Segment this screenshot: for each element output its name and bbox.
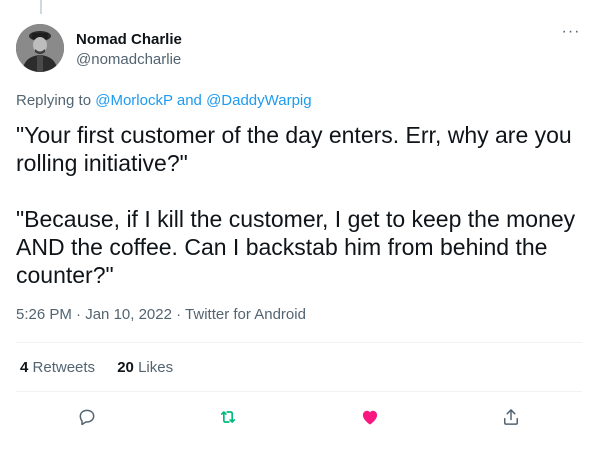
likes-stat[interactable]: 20 Likes bbox=[117, 359, 173, 376]
divider bbox=[16, 342, 582, 343]
tweet-source[interactable]: Twitter for Android bbox=[185, 306, 306, 323]
action-bar bbox=[16, 400, 582, 434]
mention-link-2[interactable]: @DaddyWarpig bbox=[206, 92, 312, 109]
display-name[interactable]: Nomad Charlie bbox=[76, 30, 182, 50]
reply-button[interactable] bbox=[70, 400, 104, 434]
like-button[interactable] bbox=[353, 400, 387, 434]
tweet-header: Nomad Charlie @nomadcharlie ··· bbox=[16, 24, 582, 76]
tweet-meta: 5:26 PM · Jan 10, 2022 · Twitter for And… bbox=[16, 305, 306, 325]
mention-and[interactable]: and bbox=[177, 92, 202, 109]
tweet-time[interactable]: 5:26 PM bbox=[16, 306, 72, 323]
mention-link-1[interactable]: @MorlockP bbox=[95, 92, 172, 109]
heart-icon bbox=[362, 410, 377, 425]
tweet-paragraph: "Your first customer of the day enters. … bbox=[16, 122, 579, 176]
replying-prefix: Replying to bbox=[16, 92, 92, 109]
avatar-image bbox=[16, 24, 64, 72]
tweet-date[interactable]: Jan 10, 2022 bbox=[85, 306, 172, 323]
likes-label: Likes bbox=[138, 359, 174, 376]
retweet-button[interactable] bbox=[211, 400, 245, 434]
thread-connector-line bbox=[40, 0, 42, 14]
meta-separator: · bbox=[176, 306, 182, 323]
tweet-body: "Your first customer of the day enters. … bbox=[16, 121, 586, 289]
retweets-stat[interactable]: 4 Retweets bbox=[20, 359, 95, 376]
retweet-icon bbox=[221, 411, 236, 423]
share-icon bbox=[504, 409, 519, 425]
engagement-stats: 4 Retweets 20 Likes bbox=[20, 358, 191, 378]
tweet-paragraph: "Because, if I kill the customer, I get … bbox=[16, 206, 581, 288]
divider bbox=[16, 391, 582, 392]
share-button[interactable] bbox=[494, 400, 528, 434]
replying-to: Replying to @MorlockP and @DaddyWarpig bbox=[16, 91, 312, 111]
more-options-icon[interactable]: ··· bbox=[560, 24, 582, 44]
retweets-count: 4 bbox=[20, 359, 29, 376]
reply-icon bbox=[79, 409, 95, 426]
retweets-label: Retweets bbox=[32, 359, 96, 376]
likes-count: 20 bbox=[117, 359, 134, 376]
avatar[interactable] bbox=[16, 24, 64, 72]
meta-separator: · bbox=[76, 306, 82, 323]
user-handle[interactable]: @nomadcharlie bbox=[76, 50, 182, 70]
